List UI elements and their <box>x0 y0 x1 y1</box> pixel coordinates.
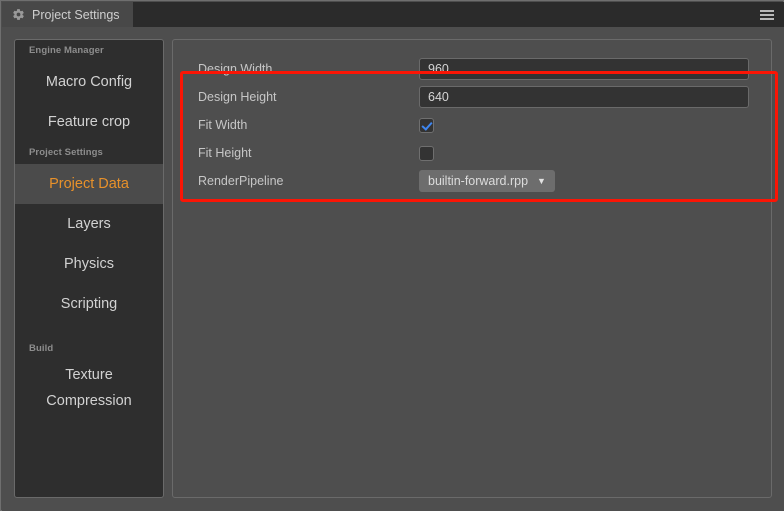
sidebar-item-feature-crop[interactable]: Feature crop <box>15 102 163 142</box>
sidebar-item-physics[interactable]: Physics <box>15 244 163 284</box>
field-render-pipeline: builtin-forward.rpp ▼ <box>419 170 555 192</box>
design-height-input[interactable] <box>419 86 749 108</box>
fit-height-checkbox[interactable] <box>419 146 434 161</box>
field-row-render-pipeline: RenderPipeline builtin-forward.rpp ▼ <box>173 167 771 195</box>
field-fit-width <box>419 118 434 133</box>
chevron-down-icon: ▼ <box>537 177 546 186</box>
sidebar-item-project-data[interactable]: Project Data <box>15 164 163 204</box>
render-pipeline-dropdown[interactable]: builtin-forward.rpp ▼ <box>419 170 555 192</box>
label-render-pipeline: RenderPipeline <box>198 174 283 188</box>
window-content: Engine Manager Macro Config Feature crop… <box>2 27 784 511</box>
hamburger-line <box>760 18 774 20</box>
settings-sidebar: Engine Manager Macro Config Feature crop… <box>14 39 164 498</box>
sidebar-item-macro-config[interactable]: Macro Config <box>15 62 163 102</box>
label-fit-width: Fit Width <box>198 118 247 132</box>
sidebar-section-build: Build <box>15 338 163 360</box>
hamburger-line <box>760 14 774 16</box>
sidebar-item-label-line2: Compression <box>15 388 163 414</box>
hamburger-line <box>760 10 774 12</box>
sidebar-item-texture-compression[interactable]: Texture Compression <box>15 360 163 416</box>
tab-label: Project Settings <box>32 8 120 22</box>
sidebar-item-label-line1: Texture <box>15 362 163 388</box>
sidebar-item-layers[interactable]: Layers <box>15 204 163 244</box>
label-fit-height: Fit Height <box>198 146 252 160</box>
tab-project-settings[interactable]: Project Settings <box>2 2 133 27</box>
field-design-height <box>419 86 749 108</box>
label-design-width: Design Width <box>198 62 272 76</box>
render-pipeline-value: builtin-forward.rpp <box>428 174 528 188</box>
field-row-fit-height: Fit Height <box>173 139 771 167</box>
sidebar-section-engine-manager: Engine Manager <box>15 40 163 62</box>
field-row-design-height: Design Height <box>173 83 771 111</box>
field-fit-height <box>419 146 434 161</box>
field-row-fit-width: Fit Width <box>173 111 771 139</box>
field-design-width <box>419 58 749 80</box>
design-width-input[interactable] <box>419 58 749 80</box>
project-data-panel: Design Width Design Height Fit Width <box>172 39 772 498</box>
project-settings-window: Project Settings Engine Manager Macro Co… <box>0 0 784 511</box>
settings-form: Design Width Design Height Fit Width <box>173 55 771 195</box>
sidebar-section-project-settings: Project Settings <box>15 142 163 164</box>
hamburger-menu-icon[interactable] <box>750 2 784 27</box>
field-row-design-width: Design Width <box>173 55 771 83</box>
label-design-height: Design Height <box>198 90 277 104</box>
tab-bar: Project Settings <box>2 2 784 27</box>
sidebar-item-scripting[interactable]: Scripting <box>15 284 163 324</box>
tab-bar-spacer <box>133 2 750 27</box>
fit-width-checkbox[interactable] <box>419 118 434 133</box>
gear-icon <box>12 8 25 21</box>
